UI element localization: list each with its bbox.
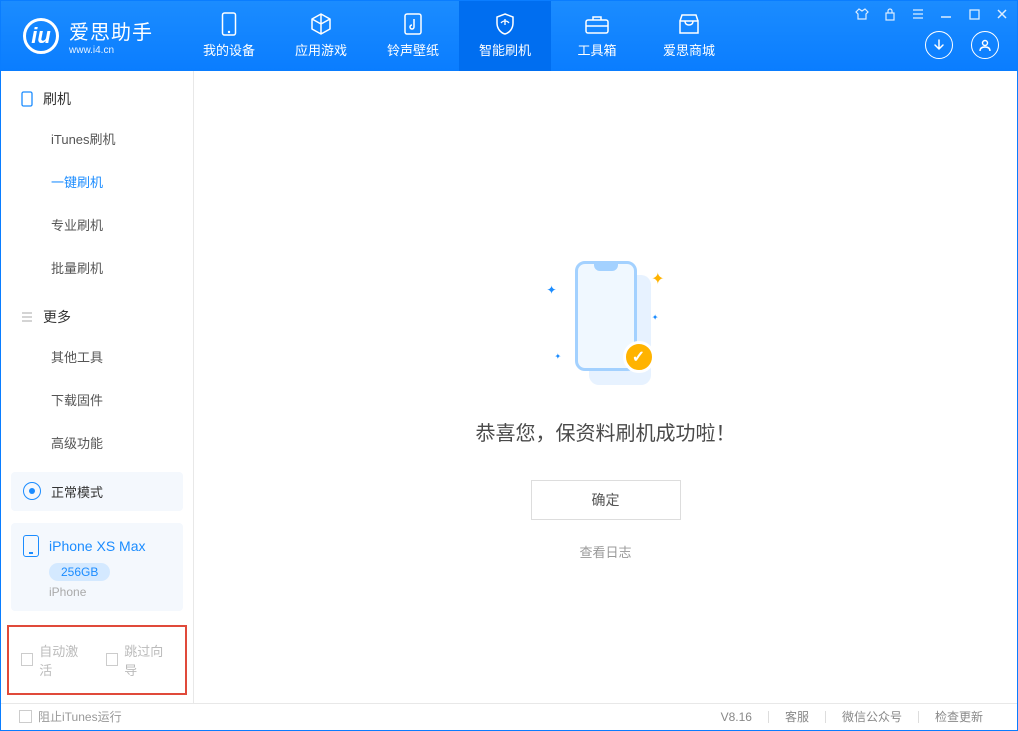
checkbox-skip-guide[interactable]: 跳过向导 (106, 641, 173, 679)
user-icon[interactable] (971, 31, 999, 59)
close-icon[interactable] (995, 7, 1009, 21)
lock-icon[interactable] (883, 7, 897, 21)
sidebar-item-itunes-flash[interactable]: iTunes刷机 (1, 117, 193, 160)
nav-tab-ringtones[interactable]: 铃声壁纸 (367, 1, 459, 71)
shield-icon (491, 12, 519, 36)
logo-icon: iu (23, 18, 59, 54)
checkbox-icon (21, 653, 33, 666)
device-type: iPhone (49, 585, 171, 599)
sidebar-item-batch-flash[interactable]: 批量刷机 (1, 246, 193, 289)
sidebar-item-download-firmware[interactable]: 下载固件 (1, 378, 193, 421)
device-icon (215, 12, 243, 36)
maximize-icon[interactable] (967, 7, 981, 21)
sidebar-section-flash: 刷机 (1, 71, 193, 117)
main-content: ✦ ✦ ✦ ✦ ✓ 恭喜您，保资料刷机成功啦！ 确定 查看日志 (194, 71, 1017, 703)
header-right-icons (925, 31, 999, 59)
device-box[interactable]: iPhone XS Max 256GB iPhone (11, 523, 183, 611)
menu-icon[interactable] (911, 7, 925, 21)
minimize-icon[interactable] (939, 7, 953, 21)
header: iu 爱思助手 www.i4.cn 我的设备 应用游戏 铃声壁纸 智能刷机 (1, 1, 1017, 71)
nav-tab-apps[interactable]: 应用游戏 (275, 1, 367, 71)
download-icon[interactable] (925, 31, 953, 59)
sidebar: 刷机 iTunes刷机 一键刷机 专业刷机 批量刷机 更多 其他工具 下载固件 … (1, 71, 194, 703)
store-icon (675, 12, 703, 36)
toolbox-icon (583, 12, 611, 36)
nav-tab-store[interactable]: 爱思商城 (643, 1, 735, 71)
nav-tab-toolbox[interactable]: 工具箱 (551, 1, 643, 71)
checkbox-icon (19, 710, 32, 723)
nav-tabs: 我的设备 应用游戏 铃声壁纸 智能刷机 工具箱 爱思商城 (183, 1, 735, 71)
device-capacity-badge: 256GB (49, 563, 110, 581)
phone-small-icon (21, 91, 33, 107)
device-phone-icon (23, 535, 39, 557)
sidebar-item-advanced[interactable]: 高级功能 (1, 421, 193, 464)
sidebar-item-other-tools[interactable]: 其他工具 (1, 335, 193, 378)
footer-support-link[interactable]: 客服 (769, 708, 825, 725)
shirt-icon[interactable] (855, 7, 869, 21)
mode-box[interactable]: 正常模式 (11, 472, 183, 511)
view-log-link[interactable]: 查看日志 (579, 542, 631, 561)
mode-label: 正常模式 (51, 482, 103, 501)
hamburger-icon (21, 312, 33, 322)
nav-tab-flash[interactable]: 智能刷机 (459, 1, 551, 71)
highlighted-options-row: 自动激活 跳过向导 (7, 625, 187, 695)
app-name-en: www.i4.cn (69, 45, 153, 56)
nav-tab-mydevice[interactable]: 我的设备 (183, 1, 275, 71)
ok-button[interactable]: 确定 (531, 480, 681, 520)
cube-icon (307, 12, 335, 36)
app-name-cn: 爱思助手 (69, 16, 153, 45)
version-label: V8.16 (705, 710, 768, 724)
footer-wechat-link[interactable]: 微信公众号 (826, 708, 918, 725)
checkbox-icon (106, 653, 118, 666)
success-illustration: ✦ ✦ ✦ ✦ ✓ (561, 261, 651, 379)
success-message: 恭喜您，保资料刷机成功啦！ (476, 417, 736, 446)
logo-area: iu 爱思助手 www.i4.cn (1, 1, 175, 71)
sidebar-item-pro-flash[interactable]: 专业刷机 (1, 203, 193, 246)
checkbox-auto-activate[interactable]: 自动激活 (21, 641, 88, 679)
check-badge-icon: ✓ (623, 341, 655, 373)
device-name: iPhone XS Max (49, 538, 146, 554)
sidebar-item-onekey-flash[interactable]: 一键刷机 (1, 160, 193, 203)
checkbox-block-itunes[interactable]: 阻止iTunes运行 (19, 708, 122, 725)
sidebar-section-more: 更多 (1, 289, 193, 335)
footer-update-link[interactable]: 检查更新 (919, 708, 999, 725)
mode-icon (23, 482, 41, 500)
music-icon (399, 12, 427, 36)
window-controls (855, 7, 1009, 21)
footer: 阻止iTunes运行 V8.16 客服 微信公众号 检查更新 (1, 703, 1017, 730)
